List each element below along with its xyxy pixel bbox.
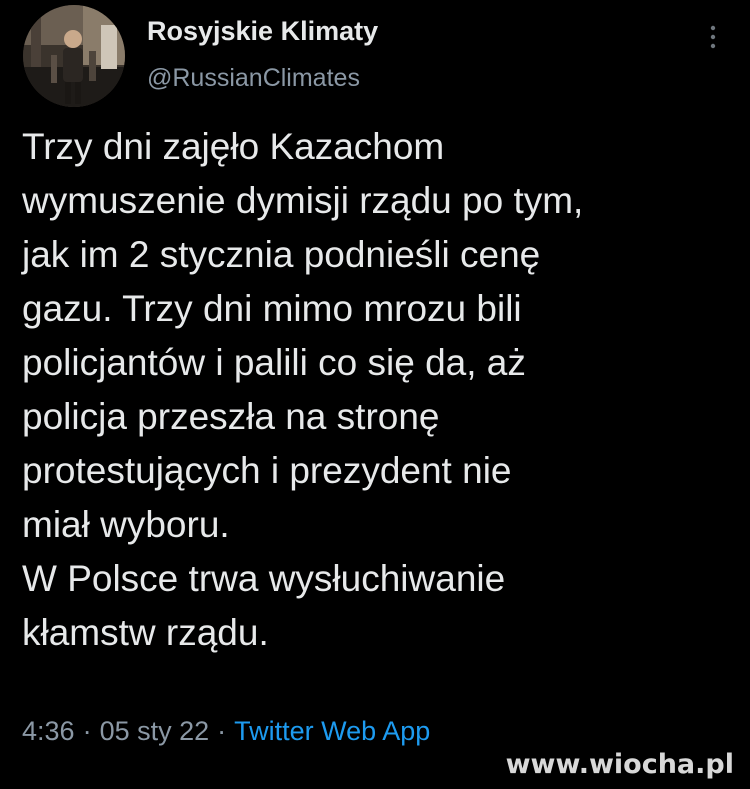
tweet-source-link[interactable]: Twitter Web App bbox=[234, 716, 430, 746]
tweet-meta: 4:36 · 05 sty 22 · Twitter Web App bbox=[22, 713, 430, 749]
tweet-time[interactable]: 4:36 bbox=[22, 716, 75, 746]
vertical-ellipsis-icon bbox=[710, 25, 716, 49]
tweet-text-line: Trzy dni zajęło Kazachom bbox=[22, 126, 445, 167]
author-handle[interactable]: @RussianClimates bbox=[147, 61, 378, 95]
tweet-text-line: protestujących i prezydent nie bbox=[22, 450, 512, 491]
tweet-text-line: policja przeszła na stronę bbox=[22, 396, 440, 437]
tweet-date[interactable]: 05 sty 22 bbox=[100, 716, 210, 746]
meta-separator: · bbox=[82, 716, 92, 746]
tweet-card: Rosyjskie Klimaty @RussianClimates Trzy … bbox=[0, 0, 750, 789]
author-display-name[interactable]: Rosyjskie Klimaty bbox=[147, 14, 378, 48]
author-info: Rosyjskie Klimaty @RussianClimates bbox=[147, 14, 378, 95]
meta-separator: · bbox=[217, 716, 227, 746]
avatar[interactable] bbox=[23, 5, 125, 107]
tweet-text: Trzy dni zajęło Kazachom wymuszenie dymi… bbox=[22, 120, 732, 660]
watermark: www.wiocha.pl bbox=[505, 749, 734, 780]
tweet-text-line: gazu. Trzy dni mimo mrozu bili bbox=[22, 288, 522, 329]
avatar-photo-icon bbox=[23, 5, 125, 107]
more-options-button[interactable] bbox=[700, 20, 726, 54]
tweet-text-line: jak im 2 stycznia podnieśli cenę bbox=[22, 234, 541, 275]
tweet-text-line: kłamstw rządu. bbox=[22, 612, 269, 653]
tweet-text-line: wymuszenie dymisji rządu po tym, bbox=[22, 180, 584, 221]
tweet-text-line: W Polsce trwa wysłuchiwanie bbox=[22, 558, 506, 599]
tweet-text-line: policjantów i palili co się da, aż bbox=[22, 342, 526, 383]
tweet-text-line: miał wyboru. bbox=[22, 504, 230, 545]
